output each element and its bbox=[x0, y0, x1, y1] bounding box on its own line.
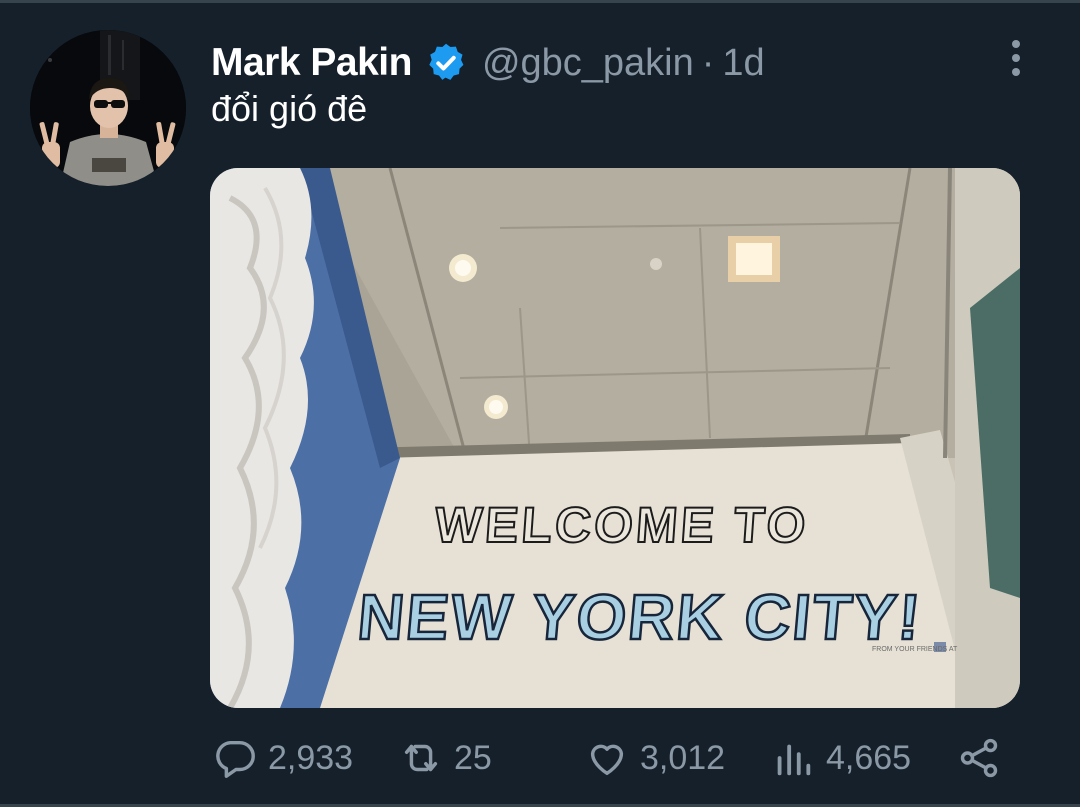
author-name[interactable]: Mark Pakin bbox=[211, 41, 412, 85]
heart-icon bbox=[590, 744, 624, 776]
more-vertical-icon[interactable] bbox=[1004, 38, 1028, 78]
sign-welcome-text: WELCOME TO bbox=[432, 496, 811, 554]
retweet-button[interactable]: 25 bbox=[398, 735, 492, 781]
author-handle[interactable]: @gbc_pakin bbox=[482, 42, 694, 85]
retweet-icon bbox=[404, 744, 438, 772]
views-count: 4,665 bbox=[826, 738, 912, 777]
reply-icon bbox=[216, 740, 255, 778]
share-button[interactable] bbox=[956, 735, 1012, 781]
reply-count: 2,933 bbox=[268, 738, 354, 777]
verified-badge-icon bbox=[429, 43, 464, 80]
like-button[interactable]: 3,012 bbox=[584, 735, 725, 781]
tweet-text: đổi gió đê bbox=[211, 88, 368, 129]
views-button[interactable]: 4,665 bbox=[770, 735, 911, 781]
timestamp[interactable]: 1d bbox=[722, 42, 764, 85]
sign-credit-text: FROM YOUR FRIENDS AT bbox=[872, 646, 958, 653]
tweet-header: Mark Pakin @gbc_pakin · 1d bbox=[211, 38, 765, 88]
tweet-media[interactable]: WELCOME TO NEW YORK CITY! FROM YOUR FRIE… bbox=[210, 168, 1020, 708]
share-icon bbox=[960, 738, 998, 778]
like-count: 3,012 bbox=[640, 738, 726, 777]
top-divider bbox=[0, 0, 1080, 3]
sign-city-text: NEW YORK CITY! bbox=[354, 580, 927, 655]
reply-button[interactable]: 2,933 bbox=[212, 735, 353, 781]
retweet-count: 25 bbox=[454, 738, 492, 777]
analytics-icon bbox=[777, 744, 811, 776]
tweet-actions: 2,933 25 3,012 4,665 bbox=[212, 735, 1012, 781]
avatar-image bbox=[30, 30, 186, 186]
avatar[interactable] bbox=[30, 30, 186, 186]
separator-dot: · bbox=[701, 41, 715, 84]
